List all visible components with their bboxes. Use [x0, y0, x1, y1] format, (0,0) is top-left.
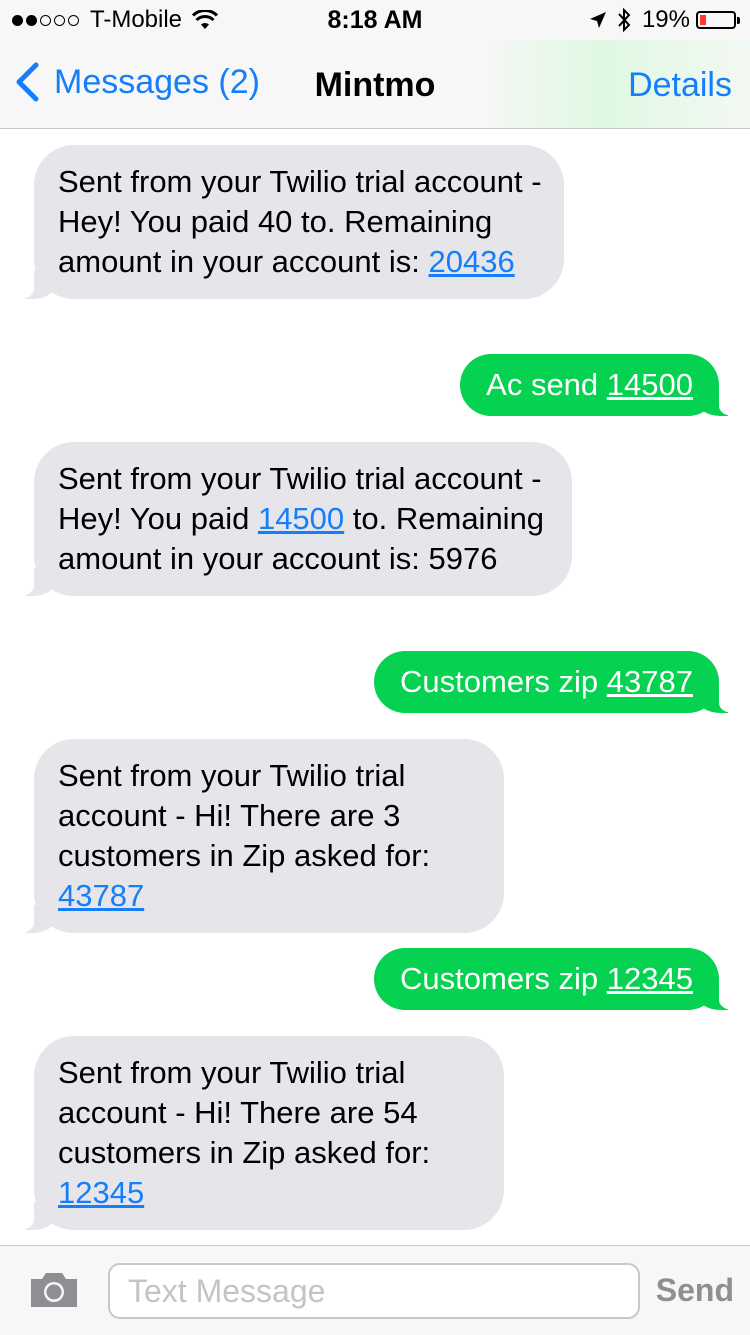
back-button-label: Messages (2) [54, 62, 260, 101]
message-number-link[interactable]: 43787 [58, 878, 144, 913]
message-number-link[interactable]: 20436 [428, 244, 514, 279]
chevron-left-icon [16, 62, 39, 102]
incoming-message-bubble[interactable]: Sent from your Twilio trial account - Hi… [6, 739, 504, 933]
message-number-link[interactable]: 43787 [607, 664, 693, 699]
message-number-link[interactable]: 14500 [258, 501, 344, 536]
nav-bar: Messages (2) Mintmo Details [0, 40, 750, 129]
battery-level [700, 15, 707, 25]
location-arrow-icon [589, 12, 606, 28]
message-text: Customers zip [400, 664, 607, 699]
message-input-bar: Send [0, 1245, 750, 1335]
message-number-link[interactable]: 14500 [607, 367, 693, 402]
bluetooth-icon [618, 7, 631, 33]
incoming-message-bubble[interactable]: Sent from your Twilio trial account - He… [6, 442, 572, 596]
status-bar-right: 19% [588, 6, 740, 34]
message-text: Sent from your Twilio trial account - Hi… [58, 758, 431, 873]
message-text: Customers zip [400, 961, 607, 996]
outgoing-message-bubble[interactable]: Customers zip 12345 [374, 948, 747, 1010]
message-number-link[interactable]: 12345 [58, 1175, 144, 1210]
incoming-message-bubble[interactable]: Sent from your Twilio trial account - He… [6, 145, 564, 299]
outgoing-message-bubble[interactable]: Customers zip 43787 [374, 651, 747, 713]
send-button[interactable]: Send [656, 1272, 734, 1309]
battery-icon [696, 11, 740, 29]
battery-percent: 19% [641, 6, 690, 33]
status-bar: T-Mobile 8:18 AM 19% [0, 0, 750, 40]
message-text: Ac send [486, 367, 607, 402]
message-number-link[interactable]: 12345 [607, 961, 693, 996]
incoming-message-bubble[interactable]: Sent from your Twilio trial account - Hi… [6, 1036, 504, 1230]
message-text: Sent from your Twilio trial account - Hi… [58, 1055, 431, 1170]
message-text-field[interactable] [108, 1263, 640, 1319]
message-list[interactable]: Sent from your Twilio trial account - He… [0, 129, 750, 1245]
outgoing-message-bubble[interactable]: Ac send 14500 [460, 354, 747, 416]
back-button[interactable]: Messages (2) [14, 62, 260, 102]
details-button[interactable]: Details [628, 66, 732, 105]
camera-icon[interactable] [28, 1270, 80, 1310]
